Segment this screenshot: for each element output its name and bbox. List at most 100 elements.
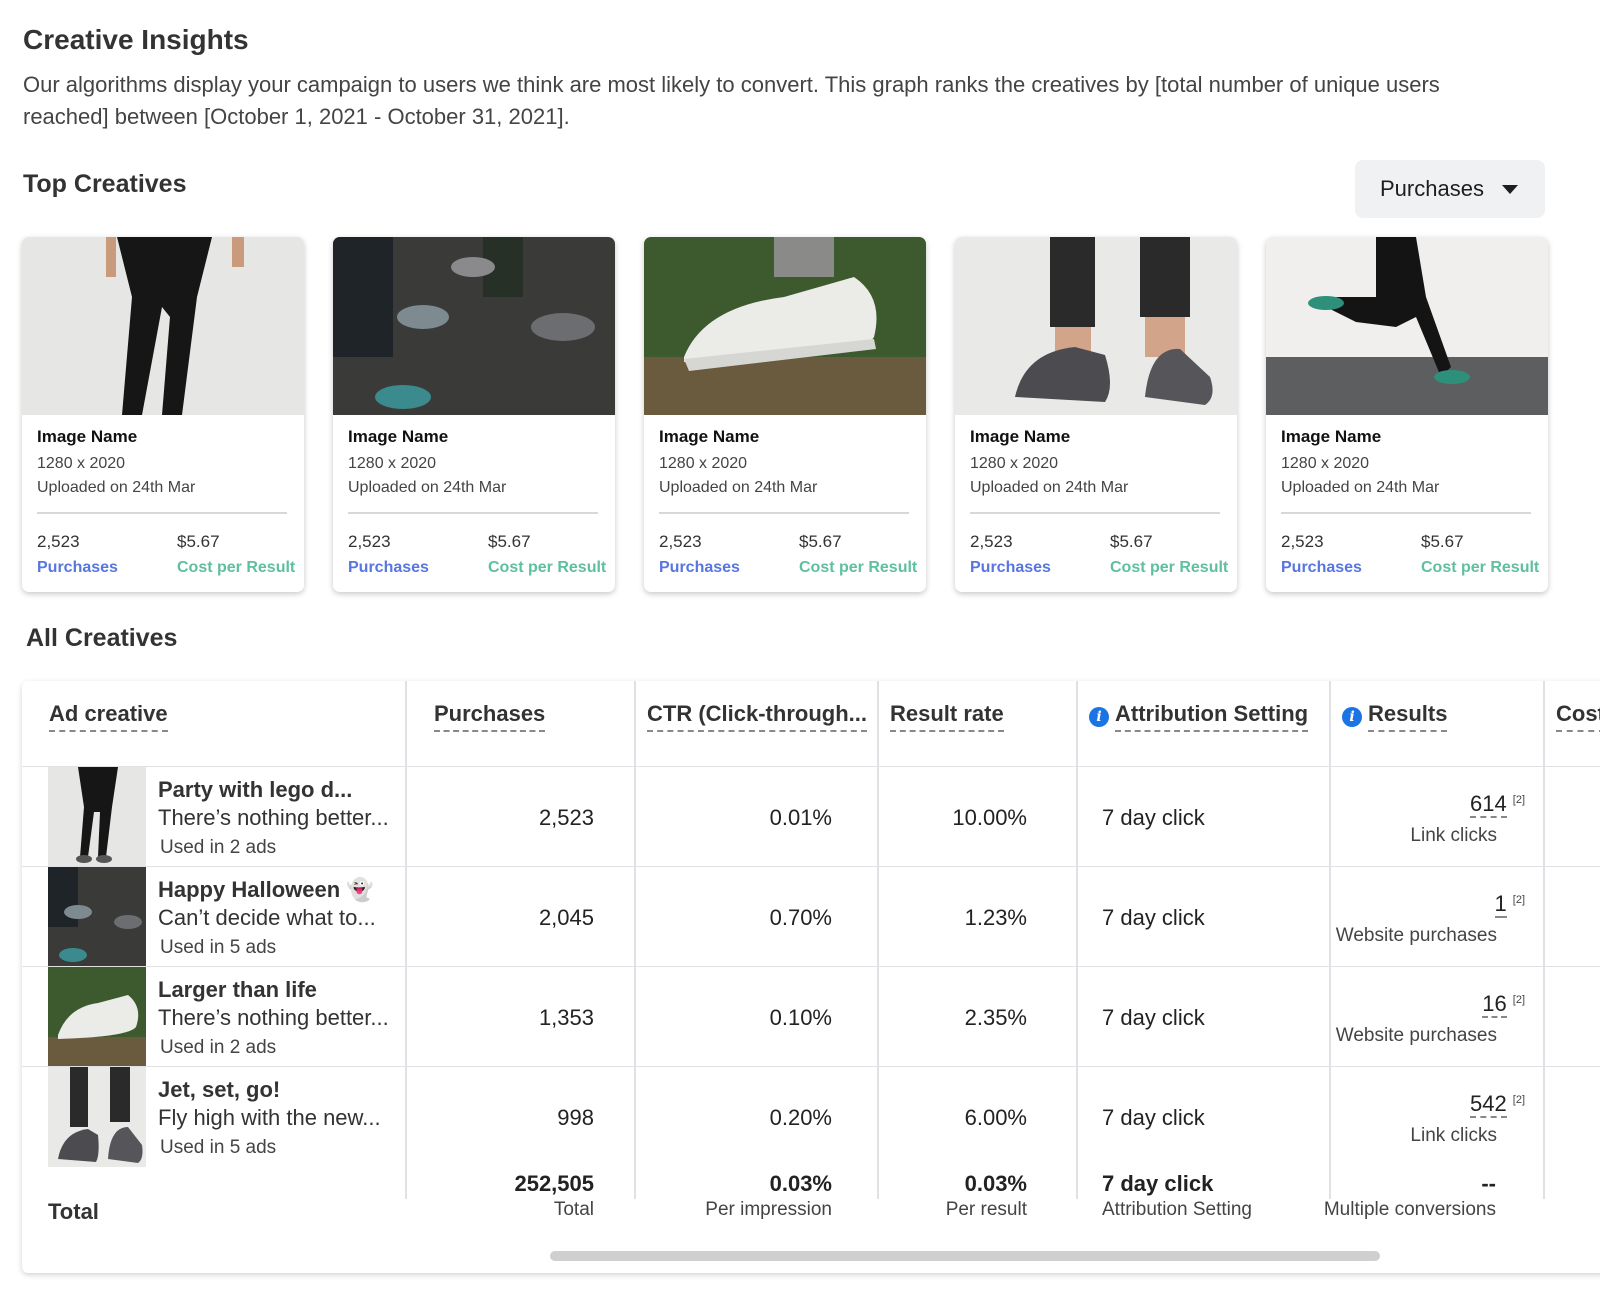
page-title: Creative Insights (23, 24, 249, 55)
top-creatives-title: Top Creatives (23, 170, 187, 198)
card-divider (37, 512, 287, 514)
row-results-footnote: [2] (1512, 894, 1525, 906)
table-row[interactable]: Jet, set, go! Fly high with the new... U… (22, 1067, 1600, 1167)
row-title: Larger than life (158, 977, 317, 1002)
card-cost-value: $5.67 (1110, 532, 1153, 551)
column-header-results[interactable]: i Results (1342, 701, 1448, 732)
row-usage: Used in 2 ads (160, 1037, 277, 1058)
row-results-number: 614 (1470, 791, 1507, 818)
column-header-label: CTR (Click-through... (647, 701, 867, 732)
row-subtitle: Can’t decide what to... (158, 905, 376, 930)
row-thumbnail (48, 967, 146, 1067)
card-image-name: Image Name (970, 427, 1071, 446)
row-results-number: 1 (1494, 891, 1507, 918)
column-header-cost[interactable]: Cost (1556, 701, 1600, 732)
row-results-number: 16 (1482, 991, 1507, 1018)
row-thumbnail (48, 1067, 146, 1167)
row-results-cell: 542 [2] Link clicks (1329, 1067, 1525, 1167)
metric-dropdown-value: Purchases (1380, 176, 1484, 201)
total-ctr-sub: Per impression (705, 1199, 832, 1220)
row-purchases: 1,353 (538, 1005, 594, 1030)
column-header-label: Purchases (434, 701, 546, 732)
column-header-ctr[interactable]: CTR (Click-through... (647, 701, 867, 732)
all-creatives-title: All Creatives (26, 624, 178, 652)
metric-dropdown[interactable]: Purchases (1355, 160, 1545, 218)
card-dimensions: 1280 x 2020 (37, 455, 126, 472)
row-results-value[interactable]: 614 [2] (1470, 791, 1525, 818)
horizontal-scrollbar[interactable] (550, 1251, 1380, 1261)
row-results-cell: 1 [2] Website purchases (1329, 867, 1525, 967)
card-dimensions: 1280 x 2020 (1281, 455, 1370, 472)
card-upload-date: Uploaded on 24th Mar (37, 479, 196, 496)
total-ctr: 0.03% (769, 1171, 832, 1196)
creative-card[interactable]: Image Name 1280 x 2020 Uploaded on 24th … (1266, 237, 1548, 592)
row-results-value[interactable]: 16 [2] (1482, 991, 1525, 1018)
card-purchases-label: Purchases (659, 559, 740, 576)
card-image-name: Image Name (659, 427, 760, 446)
row-results-value[interactable]: 542 [2] (1470, 1091, 1525, 1118)
row-purchases: 2,523 (538, 805, 594, 830)
info-icon[interactable]: i (1342, 706, 1362, 727)
column-header-attribution[interactable]: i Attribution Setting (1089, 701, 1309, 732)
total-results-sub: Multiple conversions (1323, 1199, 1496, 1220)
card-upload-date: Uploaded on 24th Mar (659, 479, 818, 496)
row-result-rate: 10.00% (952, 805, 1027, 830)
card-divider (348, 512, 598, 514)
column-header-label: Cost (1556, 701, 1600, 732)
page-description: Our algorithms display your campaign to … (23, 72, 1440, 129)
row-ctr: 0.70% (769, 905, 832, 930)
row-attribution: 7 day click (1102, 905, 1205, 930)
row-results-footnote: [2] (1512, 1094, 1525, 1106)
row-usage: Used in 5 ads (160, 937, 277, 958)
card-dimensions: 1280 x 2020 (659, 455, 748, 472)
column-header-label: Result rate (890, 701, 1004, 732)
row-attribution: 7 day click (1102, 1005, 1205, 1030)
card-purchases-label: Purchases (1281, 559, 1362, 576)
card-image-name: Image Name (1281, 427, 1382, 446)
row-thumbnail (48, 867, 146, 967)
creative-card[interactable]: Image Name 1280 x 2020 Uploaded on 24th … (22, 237, 304, 592)
row-purchases: 2,045 (538, 905, 594, 930)
card-purchases-value: 2,523 (348, 532, 391, 551)
card-cost-label: Cost per Result (1110, 559, 1229, 576)
row-subtitle: Fly high with the new... (158, 1105, 381, 1130)
row-results-footnote: [2] (1512, 994, 1525, 1006)
row-purchases: 998 (557, 1105, 594, 1130)
card-divider (1281, 512, 1531, 514)
total-attribution-sub: Attribution Setting (1102, 1199, 1252, 1220)
card-upload-date: Uploaded on 24th Mar (348, 479, 507, 496)
card-cost-label: Cost per Result (488, 559, 607, 576)
row-results-number: 542 (1470, 1091, 1507, 1118)
card-cost-value: $5.67 (177, 532, 220, 551)
table-row[interactable]: Larger than life There’s nothing better.… (22, 967, 1600, 1067)
card-dimensions: 1280 x 2020 (970, 455, 1059, 472)
row-ctr: 0.10% (769, 1005, 832, 1030)
row-usage: Used in 5 ads (160, 1137, 277, 1158)
creative-thumbnail-white-sneaker (644, 237, 926, 415)
row-attribution: 7 day click (1102, 805, 1205, 830)
row-result-rate: 1.23% (964, 905, 1027, 930)
total-label: Total (48, 1199, 99, 1224)
row-results-footnote: [2] (1512, 794, 1525, 806)
creative-card[interactable]: Image Name 1280 x 2020 Uploaded on 24th … (644, 237, 926, 592)
column-header-result-rate[interactable]: Result rate (890, 701, 1004, 732)
creative-card[interactable]: Image Name 1280 x 2020 Uploaded on 24th … (955, 237, 1237, 592)
info-icon[interactable]: i (1089, 706, 1109, 727)
column-header-purchases[interactable]: Purchases (434, 701, 546, 732)
card-cost-value: $5.67 (799, 532, 842, 551)
column-header-ad-creative[interactable]: Ad creative (49, 701, 168, 732)
table-row[interactable]: Happy Halloween 👻 Can’t decide what to..… (22, 867, 1600, 967)
row-results-label: Website purchases (1335, 1025, 1497, 1046)
row-result-rate: 6.00% (964, 1105, 1027, 1130)
column-header-label: Results (1368, 701, 1448, 732)
card-upload-date: Uploaded on 24th Mar (1281, 479, 1440, 496)
row-results-value[interactable]: 1 [2] (1494, 891, 1525, 918)
row-results-label: Website purchases (1335, 925, 1497, 946)
card-cost-value: $5.67 (1421, 532, 1464, 551)
row-usage: Used in 2 ads (160, 837, 277, 858)
total-results: -- (1481, 1171, 1496, 1196)
total-purchases-sub: Total (553, 1199, 594, 1220)
table-row[interactable]: Party with lego d... There’s nothing bet… (22, 767, 1600, 867)
creative-card[interactable]: Image Name 1280 x 2020 Uploaded on 24th … (333, 237, 615, 592)
card-cost-label: Cost per Result (177, 559, 296, 576)
